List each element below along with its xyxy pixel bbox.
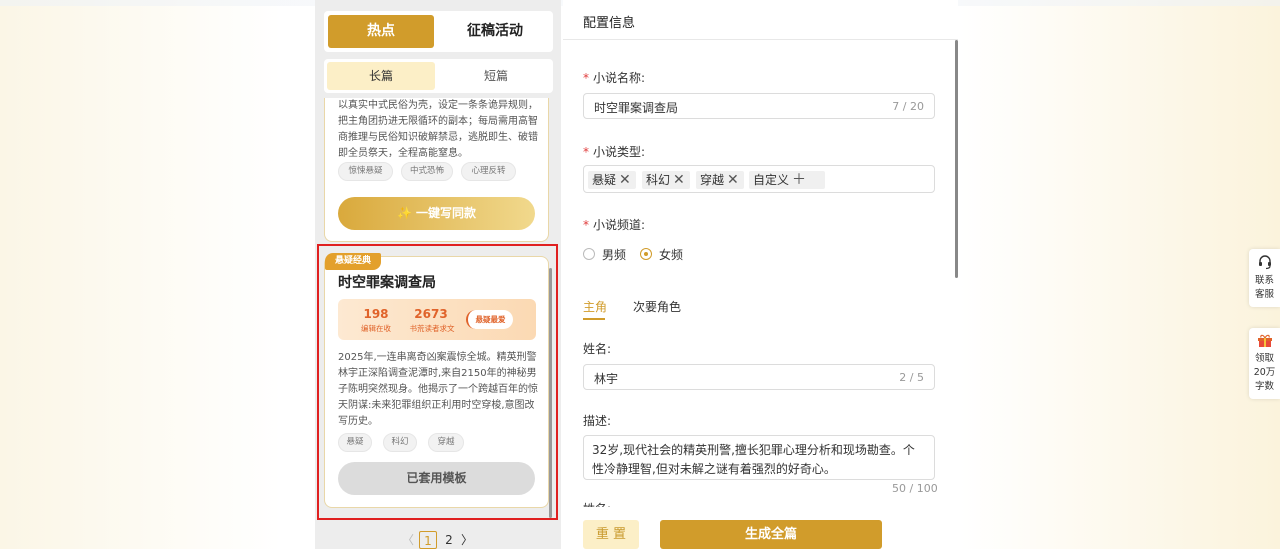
config-title: 配置信息	[583, 16, 636, 31]
card-tag: 心理反转	[461, 162, 516, 181]
next-page-icon[interactable]: 〉	[461, 531, 473, 549]
type-chip: 穿越 ✕	[696, 171, 744, 189]
radio-female[interactable]	[640, 248, 652, 260]
role-name-label: 姓名:	[583, 342, 612, 356]
category-tabs: 热点 征稿活动	[324, 11, 553, 52]
novel-name-value: 时空罪案调查局	[594, 101, 679, 115]
length-tabs: 长篇 短篇	[324, 59, 553, 93]
char-count: 50 / 100	[892, 482, 938, 495]
close-icon[interactable]: ✕	[619, 172, 631, 188]
left-scrollbar[interactable]	[549, 268, 552, 518]
service-label-line: 联系	[1254, 275, 1274, 286]
config-header: 配置信息	[563, 0, 958, 40]
novel-name-label: * 小说名称:	[583, 71, 646, 85]
close-icon[interactable]: ✕	[727, 172, 739, 188]
stat-pill: 悬疑最爱	[466, 310, 513, 329]
template-list-panel: 热点 征稿活动 长篇 短篇 以真实中式民俗为壳，设定一条条诡异规则，把主角团扔进…	[315, 0, 561, 549]
right-scrollbar[interactable]	[955, 40, 958, 278]
gift-float[interactable]: 领取 20万 字数	[1249, 328, 1280, 399]
gift-icon	[1257, 334, 1272, 347]
tab-long[interactable]: 长篇	[327, 62, 435, 90]
stat-editors-value: 198	[363, 307, 389, 321]
card-title: 时空罪案调查局	[338, 275, 436, 291]
page-1[interactable]: 1	[419, 531, 437, 549]
tab-hot[interactable]: 热点	[328, 15, 434, 48]
type-chip: 科幻 ✕	[642, 171, 690, 189]
role-name-input[interactable]: 林宇 2 / 5	[583, 364, 935, 390]
novel-type-label: * 小说类型:	[583, 145, 646, 159]
selected-template-card[interactable]: 悬疑经典 时空罪案调查局 198 编辑在收 2673 书荒读者求文 悬疑最爱 2…	[324, 253, 549, 508]
card-tag: 中式恐怖	[401, 162, 453, 181]
plus-icon: ＋	[792, 172, 807, 188]
role-desc-textarea[interactable]: 32岁,现代社会的精英刑警,擅长犯罪心理分析和现场勘查。个性冷静理智,但对未解之…	[583, 435, 935, 480]
radio-male-label: 男频	[602, 248, 627, 262]
custom-type-chip[interactable]: 自定义＋	[749, 171, 825, 189]
template-card: 以真实中式民俗为壳，设定一条条诡异规则，把主角团扔进无限循环的副本；每局需用高智…	[324, 98, 549, 242]
novel-type-select[interactable]: 悬疑 ✕ 科幻 ✕ 穿越 ✕ 自定义＋	[583, 165, 935, 193]
stat-editors-label: 编辑在收	[361, 324, 391, 333]
tab-contest[interactable]: 征稿活动	[442, 15, 548, 48]
gift-label-line: 字数	[1254, 381, 1274, 392]
card-tag: 悬疑	[338, 433, 372, 452]
card-tag: 科幻	[383, 433, 417, 452]
radio-female-label: 女频	[659, 248, 684, 262]
card-description: 以真实中式民俗为壳，设定一条条诡异规则，把主角团扔进无限循环的副本；每局需用高智…	[338, 100, 538, 159]
service-label-line: 客服	[1254, 289, 1274, 300]
customer-service-float[interactable]: 联系 客服	[1249, 249, 1280, 307]
tab-indicator	[583, 318, 605, 320]
action-bar: 重 置 生成全篇	[563, 507, 958, 549]
tab-secondary-role[interactable]: 次要角色	[633, 298, 681, 315]
write-same-button[interactable]: ✨ 一键写同款	[338, 197, 535, 230]
category-badge: 悬疑经典	[325, 253, 382, 270]
card-tag: 惊悚悬疑	[338, 162, 393, 181]
headset-icon	[1258, 255, 1271, 270]
close-icon[interactable]: ✕	[673, 172, 685, 188]
template-scroll-area[interactable]: 以真实中式民俗为壳，设定一条条诡异规则，把主角团扔进无限循环的副本；每局需用高智…	[315, 98, 561, 522]
write-same-label: 一键写同款	[415, 206, 476, 220]
sparkle-icon: ✨	[397, 206, 412, 220]
page-2[interactable]: 2	[442, 531, 456, 549]
gift-label-line: 领取	[1254, 353, 1274, 364]
role-desc-label: 描述:	[583, 414, 612, 428]
template-applied-button[interactable]: 已套用模板	[338, 462, 535, 495]
card-description: 2025年,一连串离奇凶案震惊全城。精英刑警林宇正深陷调查泥潭时,来自2150年…	[338, 352, 538, 427]
role-name-value: 林宇	[594, 372, 619, 386]
radio-male[interactable]	[583, 248, 595, 260]
tab-short[interactable]: 短篇	[442, 62, 550, 90]
next-field-label: 姓名:	[583, 500, 611, 507]
char-count: 7 / 20	[892, 100, 924, 113]
pagination: 〈 1 2 〉	[315, 529, 561, 549]
char-count: 2 / 5	[899, 371, 924, 384]
stat-readers-value: 2673	[414, 307, 448, 321]
novel-channel-label: * 小说频道:	[583, 218, 646, 232]
type-chip: 悬疑 ✕	[588, 171, 636, 189]
stats-box: 198 编辑在收 2673 书荒读者求文 悬疑最爱	[338, 299, 536, 340]
novel-name-input[interactable]: 时空罪案调查局 7 / 20	[583, 93, 935, 119]
gift-label-line: 20万	[1253, 367, 1276, 378]
reset-button[interactable]: 重 置	[583, 520, 639, 549]
tab-protagonist[interactable]: 主角	[583, 298, 607, 315]
card-tag: 穿越	[428, 433, 464, 452]
stat-readers-label: 书荒读者求文	[409, 324, 455, 333]
config-panel: 配置信息 * 小说名称: 时空罪案调查局 7 / 20 * 小说类型: 悬疑 ✕ 科幻…	[563, 0, 958, 549]
generate-full-button[interactable]: 生成全篇	[660, 520, 882, 549]
prev-page-icon[interactable]: 〈	[402, 531, 414, 549]
